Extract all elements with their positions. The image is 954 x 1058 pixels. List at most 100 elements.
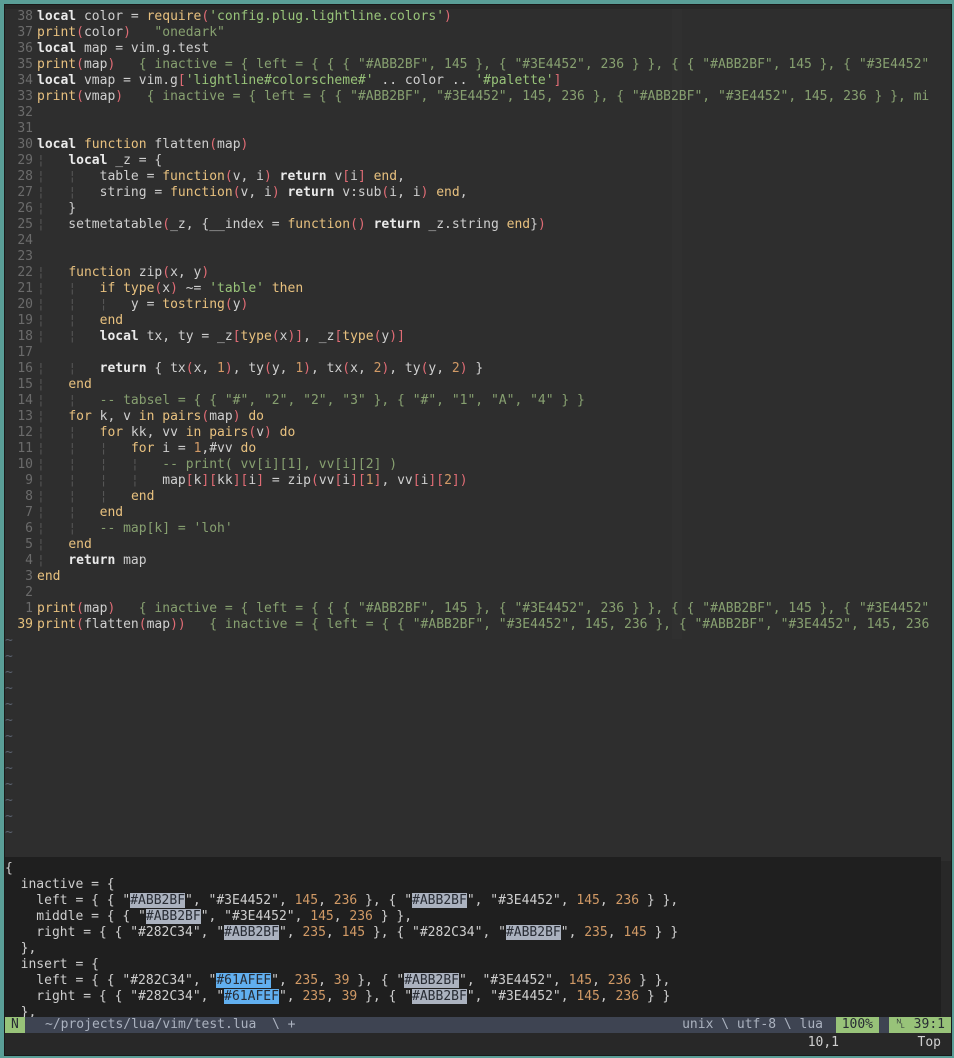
line-content: ¦ ¦ ¦ y = tostring(y) xyxy=(37,297,249,312)
line-number: 37 xyxy=(17,25,33,40)
preview-line: insert = { xyxy=(5,957,99,972)
line-number: 33 xyxy=(17,89,33,104)
line-number: 7 xyxy=(25,505,33,520)
code-line[interactable]: 38 local color = require('config.plug.lig… xyxy=(5,9,951,25)
line-content: ¦ } xyxy=(37,201,77,216)
ruler: 10,1 xyxy=(807,1035,839,1050)
code-line[interactable]: 37 print(color) "onedark" xyxy=(5,25,951,41)
code-line[interactable]: 30 local function flatten(map) xyxy=(5,137,951,153)
empty-buffer-line: ~ xyxy=(5,809,13,824)
line-content: ¦ ¦ ¦ for i = 1,#vv do xyxy=(37,441,257,456)
code-line[interactable]: 33 print(vmap) { inactive = { left = { { … xyxy=(5,89,951,105)
empty-buffer-line: ~ xyxy=(5,633,13,648)
code-line[interactable]: 16 ¦ ¦ return { tx(x, 1), ty(y, 1), tx(x,… xyxy=(5,361,951,377)
code-line[interactable]: 7 ¦ ¦ end xyxy=(5,505,951,521)
line-number: 31 xyxy=(17,121,33,136)
hover-preview-popup: { inactive = { left = { { "#ABB2BF", "#3… xyxy=(5,857,941,1020)
line-number: 2 xyxy=(25,585,33,600)
preview-line: left = { { "#ABB2BF", "#3E4452", 145, 23… xyxy=(5,893,679,908)
empty-buffer-line: ~ xyxy=(5,729,13,744)
empty-buffer-line: ~ xyxy=(5,761,13,776)
line-number: 11 xyxy=(17,441,33,456)
code-line[interactable]: 12 ¦ ¦ for kk, vv in pairs(v) do xyxy=(5,425,951,441)
terminal-window: 38 local color = require('config.plug.lig… xyxy=(4,4,952,1056)
line-content: ¦ end xyxy=(37,537,92,552)
line-number: 21 xyxy=(17,281,33,296)
code-line[interactable]: 2 xyxy=(5,585,951,601)
code-line[interactable]: 29 ¦ local _z = { xyxy=(5,153,951,169)
line-content: local map = vim.g.test xyxy=(37,41,210,56)
command-line[interactable]: 10,1 Top xyxy=(5,1033,951,1053)
code-line[interactable]: 5 ¦ end xyxy=(5,537,951,553)
code-line[interactable]: 32 xyxy=(5,105,951,121)
code-line[interactable]: 24 xyxy=(5,233,951,249)
line-content: ¦ return map xyxy=(37,553,147,568)
line-number: 12 xyxy=(17,425,33,440)
line-content: ¦ ¦ ¦ ¦ -- print( vv[i][1], vv[i][2] ) xyxy=(37,457,398,472)
code-line[interactable]: 35 print(map) { inactive = { left = { { {… xyxy=(5,57,951,73)
line-number: 9 xyxy=(25,473,33,488)
code-line[interactable]: 6 ¦ ¦ -- map[k] = 'loh' xyxy=(5,521,951,537)
code-line[interactable]: 8 ¦ ¦ ¦ end xyxy=(5,489,951,505)
line-content: local color = require('config.plug.light… xyxy=(37,9,452,24)
code-line[interactable]: 9 ¦ ¦ ¦ ¦ map[k][kk][i] = zip(vv[i][1], v… xyxy=(5,473,951,489)
preview-line: right = { { "#282C34", "#ABB2BF", 235, 1… xyxy=(5,925,679,940)
line-number: 4 xyxy=(25,553,33,568)
code-line[interactable]: 28 ¦ ¦ table = function(v, i) return v[i]… xyxy=(5,169,951,185)
code-line[interactable]: 31 xyxy=(5,121,951,137)
code-line[interactable]: 34 local vmap = vim.g['lightline#colorsch… xyxy=(5,73,951,89)
line-content: ¦ end xyxy=(37,377,92,392)
code-line[interactable]: 13 ¦ for k, v in pairs(map) do xyxy=(5,409,951,425)
line-number: 1 xyxy=(25,601,33,616)
code-line[interactable]: 27 ¦ ¦ string = function(v, i) return v:s… xyxy=(5,185,951,201)
line-number: 26 xyxy=(17,201,33,216)
empty-buffer-line: ~ xyxy=(5,697,13,712)
code-line[interactable]: 17 xyxy=(5,345,951,361)
line-number: 3 xyxy=(25,569,33,584)
line-content: ¦ ¦ string = function(v, i) return v:sub… xyxy=(37,185,468,200)
line-number: 35 xyxy=(17,57,33,72)
cursor-position: ␤ 39:1 xyxy=(889,1017,951,1033)
code-line[interactable]: 36 local map = vim.g.test xyxy=(5,41,951,57)
code-line[interactable]: 18 ¦ ¦ local tx, ty = _z[type(x)], _z[typ… xyxy=(5,329,951,345)
line-number: 22 xyxy=(17,265,33,280)
code-line[interactable]: 25 ¦ setmetatable(_z, {__index = function… xyxy=(5,217,951,233)
line-content: print(map) { inactive = { left = { { { "… xyxy=(37,601,930,616)
line-number: 6 xyxy=(25,521,33,536)
empty-buffer-line: ~ xyxy=(5,681,13,696)
code-line[interactable]: 4 ¦ return map xyxy=(5,553,951,569)
line-number: 27 xyxy=(17,185,33,200)
code-line[interactable]: 10 ¦ ¦ ¦ ¦ -- print( vv[i][1], vv[i][2] ) xyxy=(5,457,951,473)
mode-indicator: N xyxy=(5,1017,25,1033)
line-number: 23 xyxy=(17,249,33,264)
code-line[interactable]: 21 ¦ ¦ if type(x) ~= 'table' then xyxy=(5,281,951,297)
code-line[interactable]: 15 ¦ end xyxy=(5,377,951,393)
line-content: ¦ local _z = { xyxy=(37,153,163,168)
preview-line: { xyxy=(5,861,13,876)
code-line[interactable]: 22 ¦ function zip(x, y) xyxy=(5,265,951,281)
line-number: 10 xyxy=(17,457,33,472)
line-content: ¦ ¦ -- tabsel = { { "#", "2", "2", "3" }… xyxy=(37,393,585,408)
code-line[interactable]: 11 ¦ ¦ ¦ for i = 1,#vv do xyxy=(5,441,951,457)
line-number: 39 xyxy=(17,617,33,632)
empty-buffer-line: ~ xyxy=(5,649,13,664)
line-number: 28 xyxy=(17,169,33,184)
line-number: 16 xyxy=(17,361,33,376)
editor-buffer[interactable]: 38 local color = require('config.plug.lig… xyxy=(5,9,951,861)
code-line[interactable]: 3 end xyxy=(5,569,951,585)
line-number: 17 xyxy=(17,345,33,360)
code-line[interactable]: 26 ¦ } xyxy=(5,201,951,217)
code-line[interactable]: 39 print(flatten(map)) { inactive = { lef… xyxy=(5,617,951,633)
preview-line: left = { { "#282C34", "#61AFEF", 235, 39… xyxy=(5,973,671,988)
line-number: 30 xyxy=(17,137,33,152)
statusline: N ~/projects/lua/vim/test.lua \ + unix \… xyxy=(5,1017,951,1033)
code-line[interactable]: 20 ¦ ¦ ¦ y = tostring(y) xyxy=(5,297,951,313)
code-line[interactable]: 1 print(map) { inactive = { left = { { { … xyxy=(5,601,951,617)
code-line[interactable]: 14 ¦ ¦ -- tabsel = { { "#", "2", "2", "3"… xyxy=(5,393,951,409)
line-number: 32 xyxy=(17,105,33,120)
code-line[interactable]: 19 ¦ ¦ end xyxy=(5,313,951,329)
scroll-position: Top xyxy=(917,1035,941,1050)
code-line[interactable]: 23 xyxy=(5,249,951,265)
empty-buffer-line: ~ xyxy=(5,713,13,728)
line-number: 14 xyxy=(17,393,33,408)
